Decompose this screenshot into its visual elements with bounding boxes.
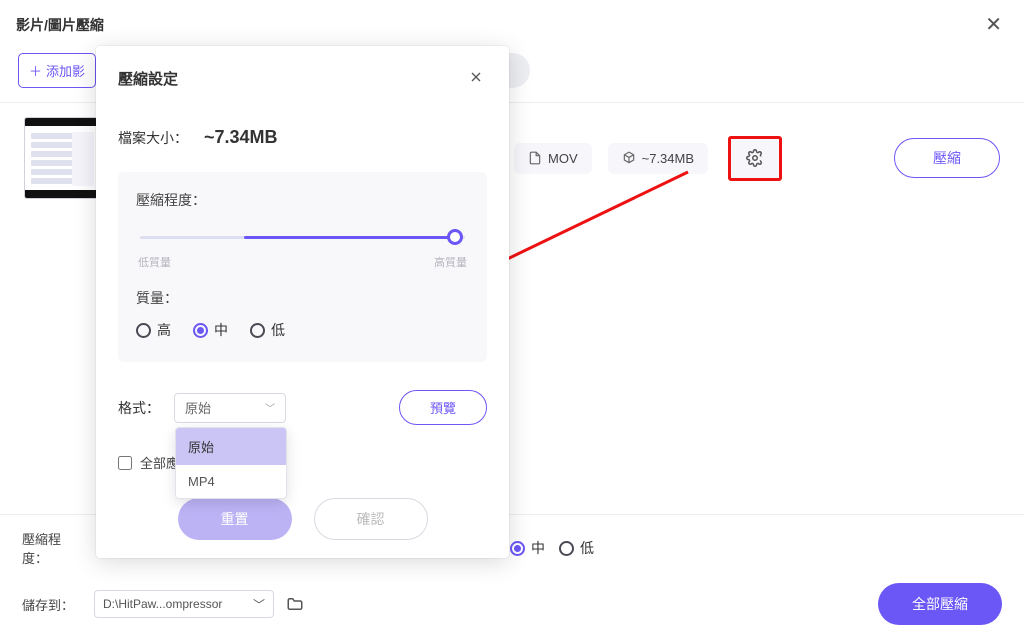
add-video-button[interactable]: ＋ 添加影 bbox=[18, 53, 96, 88]
quality-radio-high[interactable]: 高 bbox=[136, 320, 171, 340]
format-option-original[interactable]: 原始 bbox=[176, 428, 286, 465]
compression-settings-modal: 壓縮設定 檔案大小： ~7.34MB 壓縮程度： 低質量 高質量 質量： 高 中… bbox=[96, 46, 509, 558]
compress-button[interactable]: 壓縮 bbox=[894, 138, 1000, 178]
apply-all-checkbox[interactable] bbox=[118, 456, 132, 470]
settings-button[interactable] bbox=[728, 136, 782, 181]
compress-all-button[interactable]: 全部壓縮 bbox=[878, 583, 1002, 625]
preview-button[interactable]: 預覽 bbox=[399, 390, 487, 425]
quality-radio-low[interactable]: 低 bbox=[250, 320, 285, 340]
apply-all-label: 全部應 bbox=[140, 453, 179, 472]
chevron-down-icon: ﹀ bbox=[253, 596, 265, 613]
compression-level-label: 壓縮程度： bbox=[136, 190, 469, 210]
file-size-chip: ~7.34MB bbox=[608, 143, 708, 174]
footer-level-label: 壓縮程度： bbox=[22, 529, 82, 567]
compression-slider[interactable] bbox=[140, 228, 465, 248]
footer-quality-mid[interactable]: 中 bbox=[510, 538, 545, 558]
save-path-value: D:\HitPaw...ompressor bbox=[103, 597, 222, 611]
format-option-mp4[interactable]: MP4 bbox=[176, 465, 286, 498]
filesize-value: ~7.34MB bbox=[204, 127, 278, 148]
folder-icon[interactable] bbox=[286, 595, 304, 613]
slider-min-label: 低質量 bbox=[138, 254, 171, 270]
gear-icon bbox=[746, 149, 764, 167]
cube-icon bbox=[622, 151, 636, 165]
filesize-label: 檔案大小： bbox=[118, 128, 188, 148]
format-label: 格式： bbox=[118, 398, 160, 418]
add-video-label: 添加影 bbox=[46, 61, 85, 80]
format-dropdown: 原始 MP4 bbox=[175, 427, 287, 499]
format-select[interactable]: 原始 ﹀ 原始 MP4 bbox=[174, 393, 286, 423]
close-icon bbox=[468, 69, 484, 85]
file-thumbnail[interactable] bbox=[24, 117, 98, 199]
chevron-down-icon: ﹀ bbox=[265, 400, 275, 415]
quality-label: 質量： bbox=[136, 288, 469, 308]
slider-max-label: 高質量 bbox=[434, 254, 467, 270]
quality-radio-mid[interactable]: 中 bbox=[193, 320, 228, 340]
file-icon bbox=[528, 151, 542, 165]
modal-title: 壓縮設定 bbox=[118, 68, 178, 89]
reset-button[interactable]: 重置 bbox=[178, 498, 292, 540]
modal-close-button[interactable] bbox=[465, 66, 487, 91]
confirm-button[interactable]: 確認 bbox=[314, 498, 428, 540]
plus-icon: ＋ bbox=[29, 61, 42, 80]
save-to-label: 儲存到： bbox=[22, 595, 82, 614]
close-icon[interactable]: ✕ bbox=[979, 10, 1008, 39]
slider-knob[interactable] bbox=[447, 229, 463, 245]
file-ext-chip: MOV bbox=[514, 143, 592, 174]
format-selected-value: 原始 bbox=[185, 398, 211, 417]
footer-quality-low[interactable]: 低 bbox=[559, 538, 594, 558]
save-path-select[interactable]: D:\HitPaw...ompressor ﹀ bbox=[94, 590, 274, 618]
window-title: 影片/圖片壓縮 bbox=[16, 15, 104, 35]
